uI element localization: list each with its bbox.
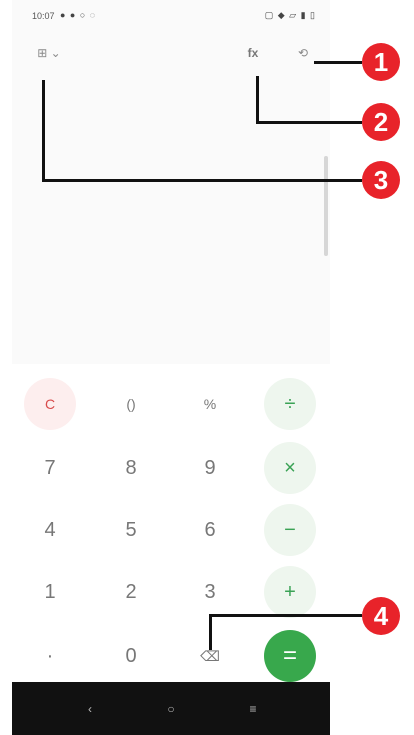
digit-0-key[interactable]: 0 [105,630,157,682]
digit-3-key[interactable]: 3 [184,566,236,618]
callout-badge-4: 4 [362,597,400,635]
navigation-bar: ‹ ○ ≡ [12,682,330,735]
display-scrollbar[interactable] [324,156,328,256]
calculator-toolbar: ⊞ ⌄ fx ⟲ [12,34,330,74]
digit-1-key[interactable]: 1 [24,566,76,618]
scientific-mode-button[interactable]: fx [240,40,266,66]
digit-4-key[interactable]: 4 [24,504,76,556]
status-time: 10:07 [32,11,55,21]
plus-key[interactable]: + [264,566,316,618]
callout-badge-3: 3 [362,161,400,199]
keypad: C()% ÷ 7 8 9 × 4 5 6−1 2 3 + · 0 ⌫ = [12,364,330,682]
calculation-display[interactable] [12,74,330,364]
history-icon: ⟲ [297,46,309,60]
parentheses-key[interactable]: () [105,378,157,430]
callout-line-4b [209,614,212,650]
digit-2-key[interactable]: 2 [105,566,157,618]
unit-converter-icon: ⊞ ⌄ [37,46,61,60]
back-icon: ‹ [88,702,92,716]
system-status-icons: ▢ ◆ ▱ ▮ ▯ [264,10,316,20]
callout-line-2a [256,76,259,123]
callout-line-3b [42,179,362,182]
callout-badge-1: 1 [362,43,400,81]
callout-line-1 [314,61,362,64]
minus-key[interactable]: − [264,504,316,556]
divide-key[interactable]: ÷ [264,378,316,430]
back-button[interactable]: ‹ [80,700,100,718]
digit-7-key[interactable]: 7 [24,442,76,494]
digit-9-key[interactable]: 9 [184,442,236,494]
recents-button[interactable]: ≡ [243,700,263,718]
equals-key[interactable]: = [264,630,316,682]
digit-5-key[interactable]: 5 [105,504,157,556]
digit-8-key[interactable]: 8 [105,442,157,494]
phone-screen: 10:07 ● ● ○ ◌ ▢ ◆ ▱ ▮ ▯ ⊞ ⌄ fx ⟲ C ()% ÷ 7 8… [12,0,330,735]
percent-key[interactable]: % [184,378,236,430]
digit-6-key[interactable]: 6 [184,504,236,556]
status-bar: 10:07 ● ● ○ ◌ ▢ ◆ ▱ ▮ ▯ [12,0,330,34]
home-icon: ○ [167,702,175,716]
callout-line-3a [42,80,45,181]
callout-line-4a [209,614,362,617]
unit-converter-button[interactable]: ⊞ ⌄ [30,40,68,66]
callout-badge-2: 2 [362,103,400,141]
callout-line-2b [256,121,362,124]
decimal-point-key[interactable]: · [24,630,76,682]
home-button[interactable]: ○ [161,700,181,718]
clear-key[interactable]: C [24,378,76,430]
scientific-mode-icon: fx [247,46,259,60]
multiply-key[interactable]: × [264,442,316,494]
recents-icon: ≡ [249,702,257,716]
history-button[interactable]: ⟲ [290,40,316,66]
notification-icons: ● ● ○ ◌ [60,10,97,20]
